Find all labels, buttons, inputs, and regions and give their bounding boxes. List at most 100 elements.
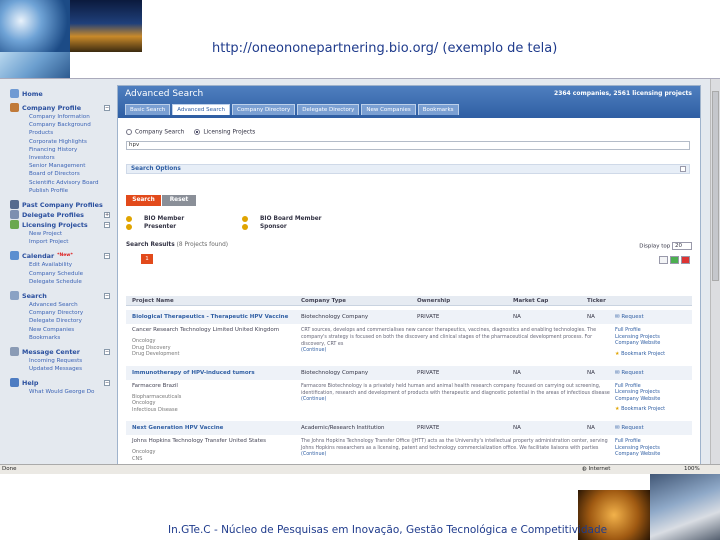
project-link[interactable]: Immunotherapy of HPV-induced tumors xyxy=(126,366,298,380)
sidebar-item-past-profiles[interactable]: Past Company Profiles xyxy=(10,200,110,210)
request-link[interactable]: ✉ Request xyxy=(612,366,692,380)
sidebar-link[interactable]: Corporate Highlights xyxy=(10,138,110,146)
sidebar-link[interactable]: New Companies xyxy=(10,326,110,334)
sidebar-link[interactable]: Import Project xyxy=(10,238,110,246)
sidebar-link[interactable]: Company Background xyxy=(10,121,110,129)
project-link[interactable]: Next Generation HPV Vaccine xyxy=(126,421,298,435)
page-title: Advanced Search xyxy=(125,89,204,99)
tab-company-directory[interactable]: Company Directory xyxy=(232,104,296,115)
sidebar-link[interactable]: What Would George Do xyxy=(10,388,110,396)
radio-company-search[interactable]: Company Search xyxy=(126,129,184,136)
collapse-icon[interactable]: − xyxy=(104,221,110,228)
project-link[interactable]: Biological Therapeutics - Therapeutic HP… xyxy=(126,310,298,324)
presenter-icon xyxy=(126,223,132,230)
sidebar-item-help[interactable]: Help − xyxy=(10,378,110,388)
help-icon xyxy=(10,378,19,388)
sidebar-link[interactable]: Company Directory xyxy=(10,309,110,317)
sidebar-item-search[interactable]: Search − xyxy=(10,291,110,301)
home-icon xyxy=(10,89,19,98)
description: CRT sources, develops and commercialises… xyxy=(301,328,597,347)
pagination-page[interactable]: 1 xyxy=(141,254,153,264)
table-header: Project Name Company Type Ownership Mark… xyxy=(126,296,692,306)
bookmark-link[interactable]: ★ Bookmark Project xyxy=(615,406,692,413)
water-photo xyxy=(0,0,70,52)
sidebar-link[interactable]: Publish Profile xyxy=(10,187,110,195)
request-link[interactable]: ✉ Request xyxy=(612,421,692,435)
print-icon[interactable] xyxy=(659,256,668,264)
status-text: Done xyxy=(2,466,17,472)
collapse-icon[interactable]: − xyxy=(104,379,110,386)
tab-new-companies[interactable]: New Companies xyxy=(361,104,416,115)
tab-bookmarks[interactable]: Bookmarks xyxy=(417,104,459,115)
sidebar-link[interactable]: Delegate Directory xyxy=(10,317,110,325)
reset-button[interactable]: Reset xyxy=(162,195,196,206)
tab-advanced-search[interactable]: Advanced Search xyxy=(172,104,231,115)
expand-icon[interactable]: + xyxy=(104,211,110,218)
sidebar-link[interactable]: Products xyxy=(10,129,110,137)
org-name: Cancer Research Technology Limited Unite… xyxy=(132,327,280,333)
sidebar-link[interactable]: Senior Management xyxy=(10,162,110,170)
sidebar-link[interactable]: Scientific Advisory Board xyxy=(10,179,110,187)
slide-footer: In.GTe.C - Núcleo de Pesquisas em Inovaç… xyxy=(168,524,608,536)
sidebar-item-calendar[interactable]: Calendar *New* − xyxy=(10,251,110,261)
row-detail: Farmacore Brazil Biopharmaceuticals Onco… xyxy=(126,380,692,418)
sidebar-link[interactable]: Investors xyxy=(10,154,110,162)
lab-photo xyxy=(0,52,70,78)
sidebar-item-delegate-profiles[interactable]: Delegate Profiles + xyxy=(10,210,110,220)
continue-link[interactable]: (Continue) xyxy=(301,348,326,353)
tab-basic-search[interactable]: Basic Search xyxy=(125,104,171,115)
table-row: Immunotherapy of HPV-induced tumors Biot… xyxy=(126,365,692,380)
tab-delegate-directory[interactable]: Delegate Directory xyxy=(297,104,360,115)
collapse-icon[interactable]: − xyxy=(104,292,110,299)
sidebar-link[interactable]: New Project xyxy=(10,230,110,238)
sidebar-link[interactable]: Financing History xyxy=(10,146,110,154)
panel-header: Advanced Search 2364 companies, 2561 lic… xyxy=(118,86,700,118)
sidebar-link[interactable]: Company Information xyxy=(10,113,110,121)
continue-link[interactable]: (Continue) xyxy=(301,452,326,457)
sidebar-item-licensing-projects[interactable]: Licensing Projects − xyxy=(10,220,110,230)
sidebar-item-message-center[interactable]: Message Center − xyxy=(10,347,110,357)
sidebar-link[interactable]: Updated Messages xyxy=(10,365,110,373)
people-icon xyxy=(10,210,19,220)
sidebar-item-home[interactable]: Home xyxy=(10,89,110,98)
sidebar-link[interactable]: Incoming Requests xyxy=(10,357,110,365)
continue-link[interactable]: (Continue) xyxy=(301,397,326,402)
company-website-link[interactable]: Company Website xyxy=(615,451,692,458)
status-bar: Done ◍ Internet 100% xyxy=(0,464,720,474)
advanced-search-panel: Advanced Search 2364 companies, 2561 lic… xyxy=(117,85,701,474)
sidebar-link[interactable]: Board of Directors xyxy=(10,170,110,178)
sidebar-link[interactable]: Edit Availability xyxy=(10,261,110,269)
collapse-icon[interactable]: − xyxy=(104,252,110,259)
scrollbar-thumb[interactable] xyxy=(712,91,719,281)
display-top-select[interactable]: 20 xyxy=(672,242,692,250)
search-button[interactable]: Search xyxy=(126,195,161,206)
excel-icon[interactable] xyxy=(670,256,679,264)
company-website-link[interactable]: Company Website xyxy=(615,396,692,403)
collapse-icon[interactable]: − xyxy=(104,348,110,355)
bookmark-link[interactable]: ★ Bookmark Project xyxy=(615,351,692,358)
sidebar-link[interactable]: Bookmarks xyxy=(10,334,110,342)
display-top: Display top 20 xyxy=(639,242,692,250)
refinery-photo xyxy=(70,0,142,52)
vertical-scrollbar[interactable] xyxy=(710,79,720,464)
pdf-icon[interactable] xyxy=(681,256,690,264)
sidebar-link[interactable]: Company Schedule xyxy=(10,270,110,278)
collapse-icon[interactable]: − xyxy=(104,104,110,111)
sponsor-icon xyxy=(242,223,248,230)
microscope-photo xyxy=(650,470,720,540)
request-link[interactable]: ✉ Request xyxy=(612,310,692,324)
table-row: Biological Therapeutics - Therapeutic HP… xyxy=(126,310,692,324)
sidebar-item-company-profile[interactable]: Company Profile − xyxy=(10,103,110,112)
row-detail: Johns Hopkins Technology Transfer United… xyxy=(126,435,692,466)
sidebar-link[interactable]: Advanced Search xyxy=(10,301,110,309)
description: Farmacore Biotechnology is a privately h… xyxy=(301,383,610,396)
stats-text: 2364 companies, 2561 licensing projects xyxy=(554,90,692,97)
company-website-link[interactable]: Company Website xyxy=(615,340,692,347)
search-icon xyxy=(10,291,19,301)
search-input[interactable]: hpv xyxy=(126,141,690,150)
expand-icon[interactable] xyxy=(680,166,686,172)
zoom-level[interactable]: 100% xyxy=(684,465,700,474)
search-options-toggle[interactable]: Search Options xyxy=(126,164,690,174)
radio-licensing-projects[interactable]: Licensing Projects xyxy=(194,129,255,136)
sidebar-link[interactable]: Delegate Schedule xyxy=(10,278,110,286)
